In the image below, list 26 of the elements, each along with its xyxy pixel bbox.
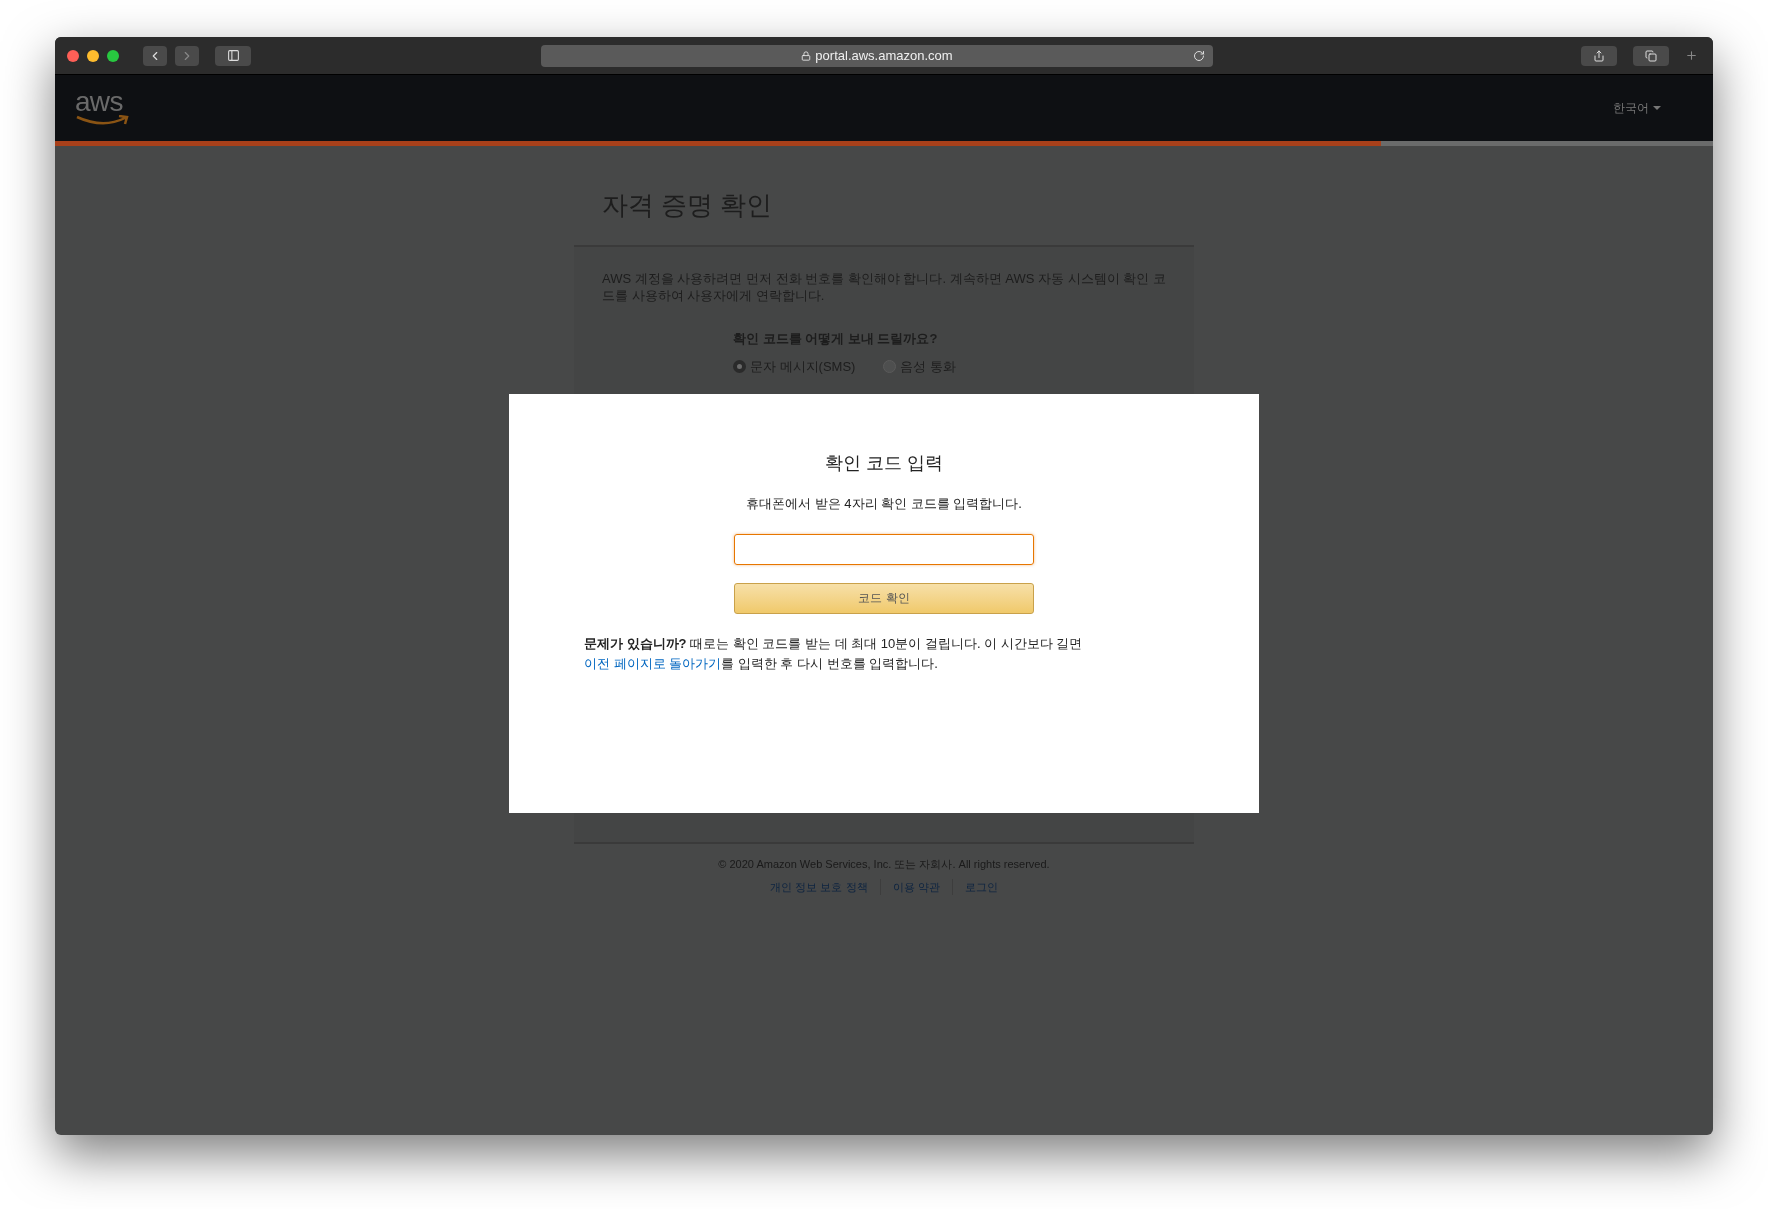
tabs-button[interactable]: [1633, 45, 1669, 66]
help-text: 문제가 있습니까? 때로는 확인 코드를 받는 데 최대 10분이 걸립니다. 이 시간보다 길면 이전 페이지로 돌아가기 를 입력한 후 다시 번호를 입력합니다.: [584, 634, 1084, 673]
reload-icon[interactable]: [1193, 49, 1205, 62]
radio-button[interactable]: [733, 359, 746, 373]
language-dropdown[interactable]: 한국어: [1613, 99, 1661, 117]
plus-icon: [1684, 49, 1698, 62]
share-icon: [1593, 49, 1605, 62]
caret-icon: [1653, 106, 1661, 110]
overlapping-squares-icon: [1645, 49, 1657, 62]
maximize-icon[interactable]: [107, 49, 119, 62]
verify-code-button[interactable]: 코드 확인: [734, 582, 1034, 614]
close-icon[interactable]: [67, 49, 79, 62]
forward-button[interactable]: [175, 45, 199, 66]
code-input-field[interactable]: [734, 533, 1034, 565]
logo-text: aws: [75, 89, 123, 115]
minimize-icon[interactable]: [87, 49, 99, 62]
back-button[interactable]: [143, 45, 167, 66]
share-button[interactable]: [1581, 45, 1617, 66]
lock-icon: [801, 50, 812, 61]
url-text: portal.aws.amazon.com: [815, 46, 953, 65]
address-bar[interactable]: portal.aws.amazon.com: [541, 44, 1213, 67]
back-link[interactable]: 이전 페이지로 돌아가기: [584, 655, 722, 671]
dialog-instruction: 휴대폰에서 받은 4자리 확인 코드를 입력합니다.: [746, 495, 1022, 513]
sidebar-button[interactable]: [215, 45, 251, 66]
dialog-title: 확인 코드 입력: [825, 452, 943, 475]
sidebar-icon: [226, 49, 240, 62]
